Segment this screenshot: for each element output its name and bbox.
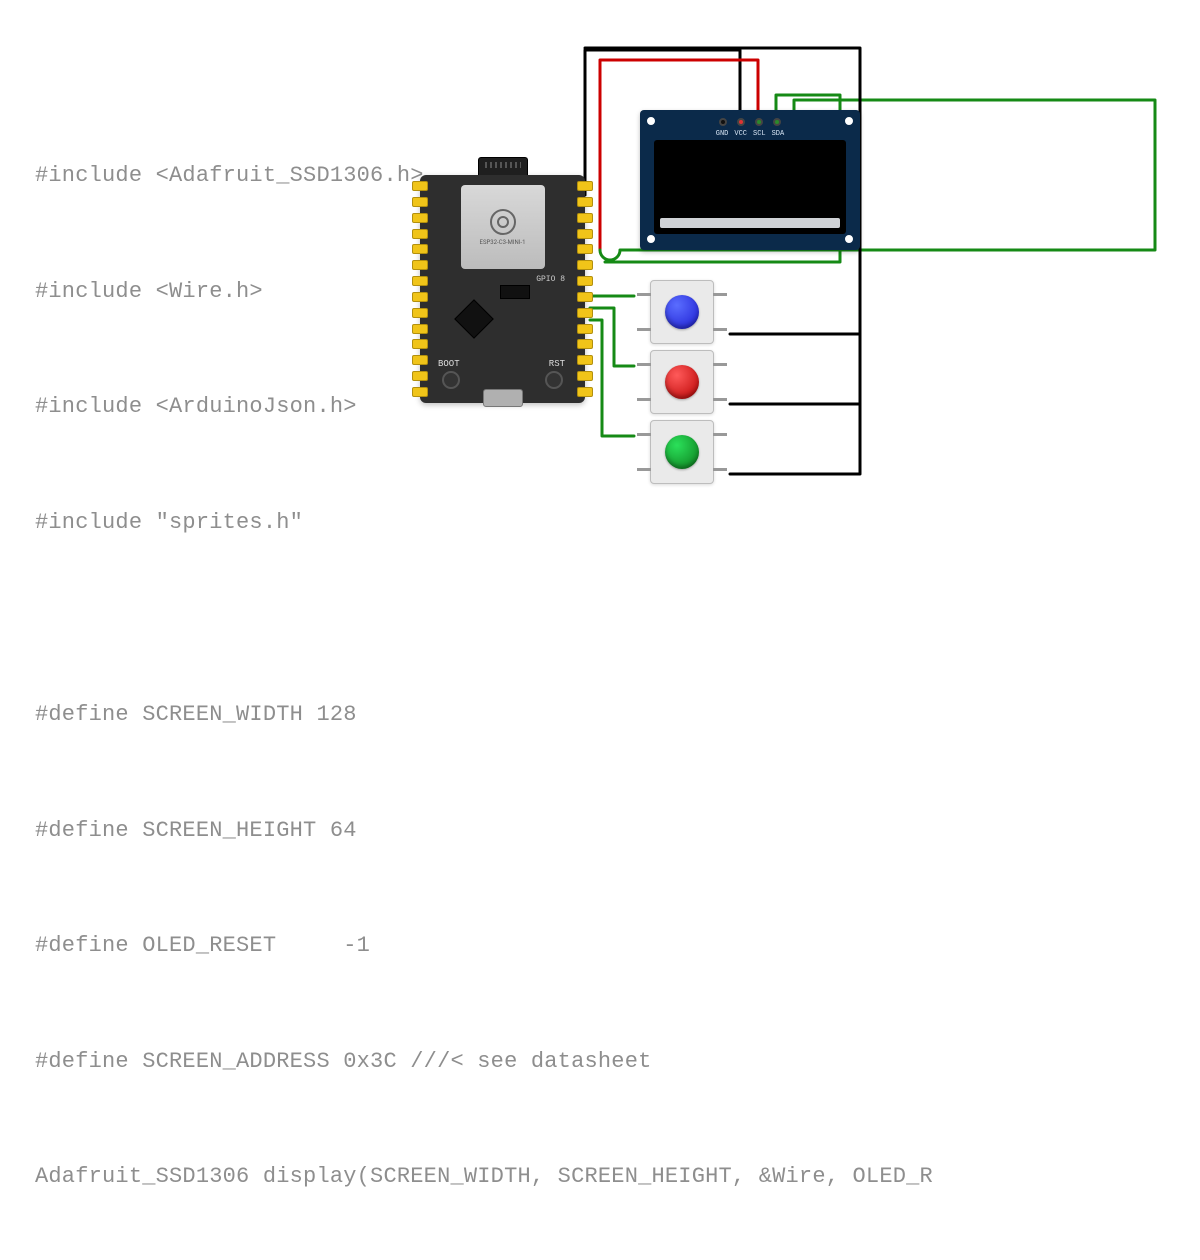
boot-button[interactable]	[442, 371, 460, 389]
oled-pin-labels: GND VCC SCL SDA	[716, 130, 784, 138]
pin-header-left	[412, 181, 428, 397]
pin-label: VCC	[734, 130, 747, 138]
oled-display[interactable]: GND VCC SCL SDA	[640, 110, 860, 250]
regulator-icon	[500, 285, 530, 299]
pin-label: SCL	[753, 130, 766, 138]
oled-screen	[654, 140, 846, 234]
mount-hole-icon	[842, 114, 856, 128]
push-button-blue[interactable]	[650, 280, 714, 344]
gpio-8-label: GPIO 8	[536, 275, 565, 284]
usb-port-icon	[483, 389, 523, 407]
chip-label: ESP32-C3-MINI-1	[480, 239, 526, 246]
esp32-board[interactable]: ESP32-C3-MINI-1 GPIO 8 BOOT RST	[420, 175, 585, 403]
pin-scl-icon	[755, 118, 763, 126]
button-cap-icon	[665, 365, 699, 399]
pin-label: SDA	[772, 130, 785, 138]
code-line: #define OLED_RESET -1	[35, 927, 933, 966]
pin-gnd-icon	[719, 118, 727, 126]
code-line: Adafruit_SSD1306 display(SCREEN_WIDTH, S…	[35, 1158, 933, 1197]
button-cap-icon	[665, 435, 699, 469]
pin-label: GND	[716, 130, 729, 138]
mount-hole-icon	[644, 232, 658, 246]
pin-sda-icon	[773, 118, 781, 126]
boot-label: BOOT	[438, 359, 460, 369]
code-line: #define SCREEN_ADDRESS 0x3C ///< see dat…	[35, 1043, 933, 1082]
oled-pin-header	[719, 118, 781, 126]
wire-button-2-signal	[590, 308, 634, 366]
pin-header-right	[577, 181, 593, 397]
push-button-red[interactable]	[650, 350, 714, 414]
rf-shield: ESP32-C3-MINI-1	[461, 185, 545, 269]
circuit-diagram: ESP32-C3-MINI-1 GPIO 8 BOOT RST GND VCC …	[0, 0, 1200, 630]
code-line: #define SCREEN_WIDTH 128	[35, 696, 933, 735]
antenna-icon	[478, 157, 528, 175]
code-line: #define SCREEN_HEIGHT 64	[35, 812, 933, 851]
pin-vcc-icon	[737, 118, 745, 126]
mount-hole-icon	[644, 114, 658, 128]
push-button-green[interactable]	[650, 420, 714, 484]
button-cap-icon	[665, 295, 699, 329]
reset-button[interactable]	[545, 371, 563, 389]
rst-label: RST	[549, 359, 565, 369]
mount-hole-icon	[842, 232, 856, 246]
espressif-logo-icon	[490, 209, 516, 235]
mcu-chip-icon	[454, 299, 494, 339]
wire-button-3-signal	[590, 320, 634, 436]
wiring-layer	[0, 0, 1200, 630]
